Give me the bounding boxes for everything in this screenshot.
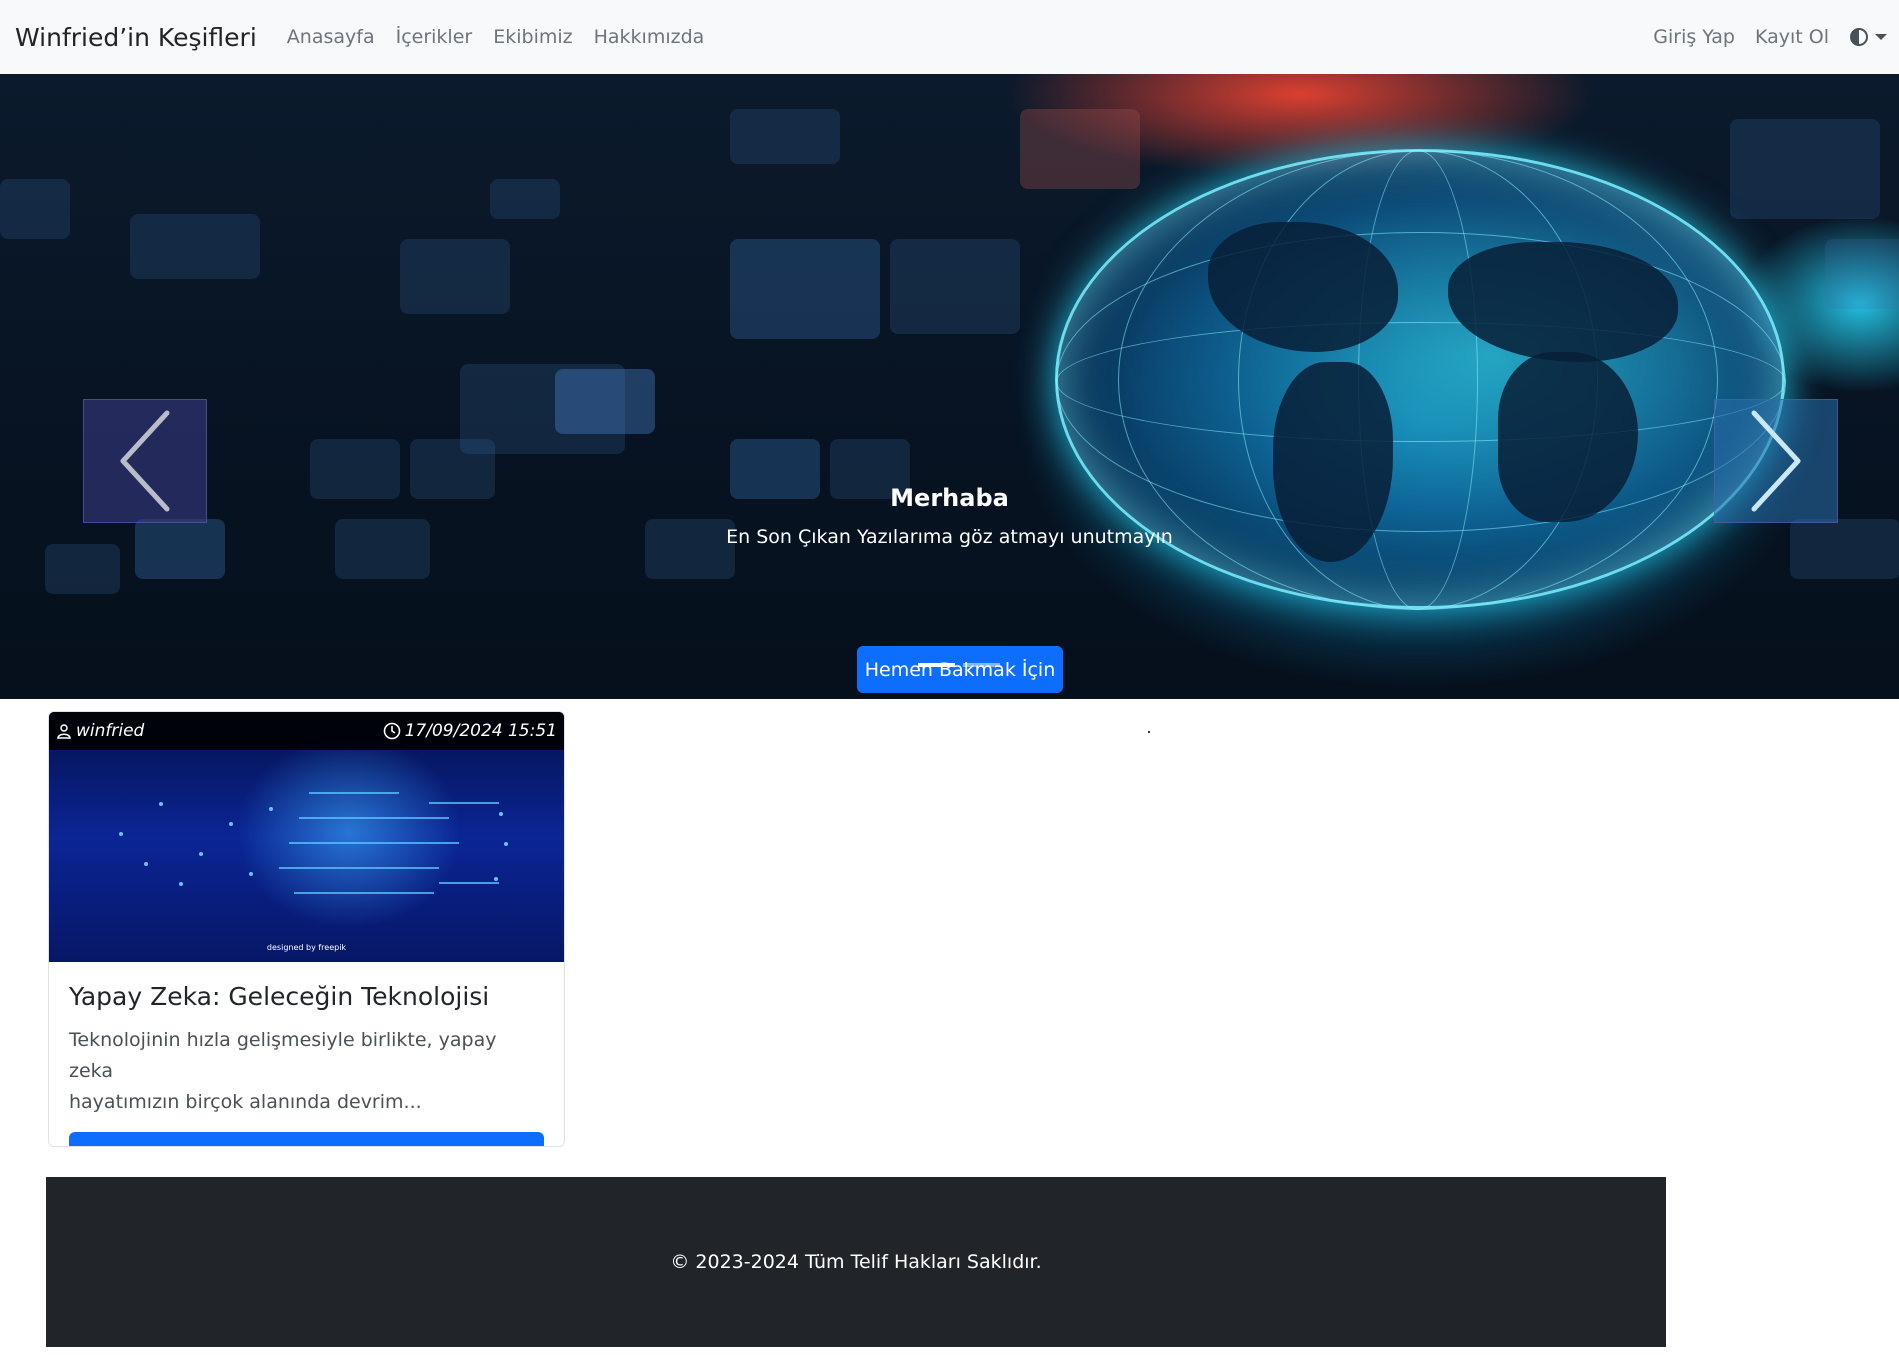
theme-toggle-dropdown[interactable] <box>1849 27 1887 47</box>
hero-cta-button[interactable]: Hemen Bakmak İçin <box>857 646 1063 693</box>
navbar-right: Giriş Yap Kayıt Ol <box>1653 0 1887 74</box>
chevron-down-icon <box>1875 34 1887 40</box>
carousel-caption-text: En Son Çıkan Yazılarıma göz atmayı unutm… <box>726 526 1173 548</box>
stray-dot <box>1148 731 1150 733</box>
post-excerpt-line-1: Teknolojinin hızla gelişmesiyle birlikte… <box>69 1029 497 1082</box>
nav-link-about[interactable]: Hakkımızda <box>594 26 705 48</box>
post-author-name: winfried <box>76 721 145 741</box>
login-link[interactable]: Giriş Yap <box>1653 26 1735 48</box>
post-card-image: designed by freepik winfried 17/09/2024 … <box>49 712 564 962</box>
register-link[interactable]: Kayıt Ol <box>1755 26 1829 48</box>
user-icon <box>57 724 71 739</box>
post-excerpt: Teknolojinin hızla gelişmesiyle birlikte… <box>69 1025 544 1118</box>
post-datetime: 17/09/2024 15:51 <box>404 721 557 741</box>
footer: © 2023-2024 Tüm Telif Hakları Saklıdır. <box>46 1177 1666 1347</box>
post-date: 17/09/2024 15:51 <box>383 721 557 741</box>
read-more-button[interactable]: Devamını Okuyun... <box>69 1132 544 1146</box>
clock-icon <box>383 722 400 740</box>
navbar: Winfried’in Keşifleri Anasayfa İçerikler… <box>0 0 1899 74</box>
post-card-body: Yapay Zeka: Geleceğin Teknolojisi Teknol… <box>49 962 564 1146</box>
nav-link-team[interactable]: Ekibimiz <box>493 26 572 48</box>
post-title: Yapay Zeka: Geleceğin Teknolojisi <box>69 982 490 1011</box>
nav-link-home[interactable]: Anasayfa <box>287 26 375 48</box>
footer-copyright: © 2023-2024 Tüm Telif Hakları Saklıdır. <box>670 1251 1042 1273</box>
carousel-caption-title-wrap: Merhaba <box>0 484 1899 512</box>
nav-link-contents[interactable]: İçerikler <box>396 26 473 48</box>
image-credit: designed by freepik <box>266 943 347 952</box>
carousel-indicator-2[interactable] <box>963 663 1000 667</box>
hero-carousel: Merhaba En Son Çıkan Yazılarıma göz atma… <box>0 74 1899 699</box>
post-author: winfried <box>56 721 144 741</box>
post-card: designed by freepik winfried 17/09/2024 … <box>48 711 565 1147</box>
brand-link[interactable]: Winfried’in Keşifleri <box>15 23 257 52</box>
carousel-caption-title: Merhaba <box>890 484 1009 512</box>
post-excerpt-line-2: hayatımızın birçok alanında devrim... <box>69 1091 422 1113</box>
carousel-indicator-1[interactable] <box>918 663 955 667</box>
post-meta-bar: winfried 17/09/2024 15:51 <box>49 712 564 750</box>
half-circle-contrast-icon <box>1850 28 1868 46</box>
